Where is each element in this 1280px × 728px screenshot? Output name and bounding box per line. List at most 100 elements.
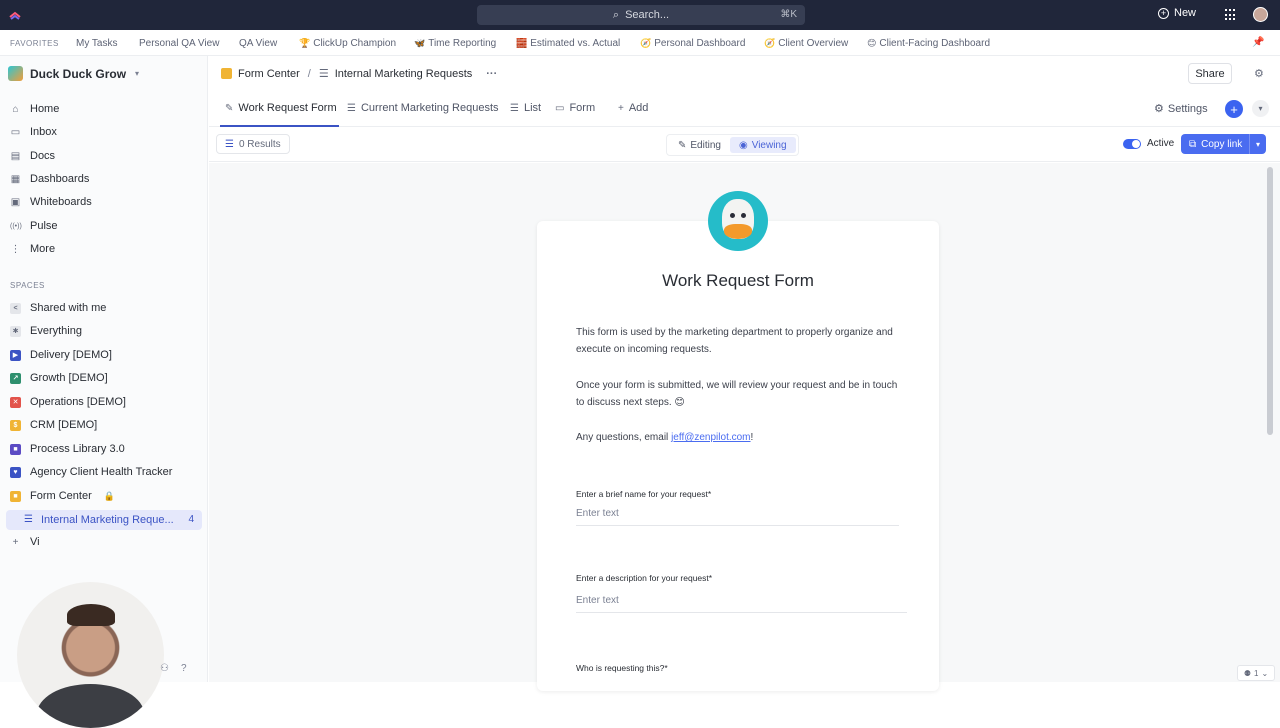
tab-form[interactable]: ▭ Form: [555, 102, 595, 114]
apps-grid-icon[interactable]: [1225, 9, 1237, 21]
pin-icon[interactable]: 📌: [1252, 37, 1264, 48]
editing-toggle[interactable]: ✎ Editing: [669, 137, 730, 153]
breadcrumb: Form Center / ☰ Internal Marketing Reque…: [221, 67, 497, 80]
form-center-icon: ■: [10, 490, 21, 502]
favorite-item[interactable]: My Tasks: [76, 38, 118, 49]
list-icon: ☰: [318, 68, 329, 80]
form-toolbar: ☰ 0 Results ✎ Editing ◉ Viewing Active ⧉ Co…: [209, 127, 1280, 162]
favorite-item[interactable]: 🧭 Personal Dashboard: [640, 38, 745, 49]
new-button[interactable]: + New: [1158, 7, 1196, 19]
chevron-down-icon: ⌄: [1261, 668, 1269, 678]
share-icon: <: [10, 302, 21, 314]
form-description-1: This form is used by the marketing depar…: [576, 327, 893, 355]
add-button[interactable]: +: [1225, 100, 1243, 118]
favorite-item[interactable]: 🏆 ClickUp Champion: [299, 38, 396, 49]
chevron-down-icon: ▾: [135, 69, 140, 78]
dollar-icon: $: [10, 419, 21, 431]
settings-button[interactable]: ⚙ Settings: [1154, 102, 1208, 116]
sidebar-item-dashboards[interactable]: ▦ Dashboards: [10, 173, 90, 185]
gear-icon: ⚙: [1154, 103, 1164, 115]
active-switch[interactable]: Active: [1123, 138, 1174, 149]
sidebar-item-partial[interactable]: + Vi: [10, 536, 40, 548]
favorites-title: FAVORITES: [10, 39, 59, 48]
sidebar-item-whiteboards[interactable]: ▣ Whiteboards: [10, 196, 92, 208]
sidebar-item-everything[interactable]: ✱ Everything: [10, 325, 82, 337]
whiteboards-icon: ▣: [10, 196, 21, 208]
truck-icon: ▶: [10, 349, 21, 361]
user-icon: ⚉: [1243, 668, 1251, 678]
sidebar-item-internal-marketing-requests[interactable]: ☰ Internal Marketing Reque... 4: [6, 510, 202, 530]
plus-circle-icon: +: [1158, 7, 1169, 19]
list-icon: ☰: [225, 138, 234, 150]
automation-icon[interactable]: ⚙: [1254, 67, 1264, 80]
workspace-logo-icon: [8, 66, 23, 81]
invite-user-icon[interactable]: ⚇: [160, 663, 169, 674]
new-button-label: New: [1174, 7, 1197, 19]
breadcrumb-current[interactable]: Internal Marketing Requests: [335, 68, 473, 80]
chevron-down-icon: ▾: [1249, 134, 1266, 154]
bricks-icon: 🧱: [516, 38, 528, 48]
sidebar-item-operations[interactable]: ✕ Operations [DEMO]: [10, 396, 126, 408]
help-icon[interactable]: ?: [181, 663, 187, 674]
sidebar-item-docs[interactable]: ▤ Docs: [10, 150, 55, 162]
more-horizontal-icon[interactable]: ···: [486, 68, 497, 80]
user-avatar[interactable]: [1253, 7, 1268, 22]
viewers-badge[interactable]: ⚉ 1 ⌄: [1237, 665, 1275, 681]
contact-email-link[interactable]: jeff@zenpilot.com: [671, 432, 750, 443]
request-name-input[interactable]: Enter text: [576, 504, 899, 526]
favorite-item[interactable]: 🧭 Client Overview: [764, 38, 848, 49]
favorites-bar: FAVORITES My Tasks Personal QA View QA V…: [0, 30, 1280, 56]
compass-icon: 🧭: [640, 38, 652, 48]
sidebar-item-crm[interactable]: $ CRM [DEMO]: [10, 419, 97, 431]
sidebar-item-more[interactable]: ⋮ More: [10, 243, 56, 255]
favorite-item[interactable]: Personal QA View: [139, 38, 219, 49]
question-label: Who is requesting this?*: [576, 663, 668, 673]
sidebar-item-shared[interactable]: < Shared with me: [10, 302, 106, 314]
pencil-icon: ✎: [678, 139, 687, 151]
request-description-input[interactable]: Enter text: [576, 591, 907, 613]
docs-icon: ▤: [10, 150, 21, 162]
sidebar-item-inbox[interactable]: ▭ Inbox: [10, 126, 57, 138]
eye-icon: ◉: [738, 139, 748, 151]
dashboards-icon: ▦: [10, 173, 21, 185]
favorite-item[interactable]: 🦋 Time Reporting: [414, 38, 496, 49]
mode-switcher: ✎ Editing ◉ Viewing: [666, 134, 799, 156]
favorite-item[interactable]: 😊 Client-Facing Dashboard: [867, 38, 990, 49]
favorite-item[interactable]: QA View: [239, 38, 277, 49]
question-label: Enter a brief name for your request*: [576, 489, 712, 499]
tab-list[interactable]: ☰ List: [510, 102, 541, 114]
sidebar-item-process-library[interactable]: ■ Process Library 3.0: [10, 443, 125, 455]
workspace-switcher[interactable]: Duck Duck Grow ▾: [8, 66, 139, 81]
chevron-down-icon[interactable]: ▾: [1252, 100, 1269, 117]
plus-icon: +: [12, 536, 19, 548]
sidebar-item-form-center[interactable]: ■ Form Center 🔒: [10, 490, 115, 502]
search-bar[interactable]: ⌕ Search... ⌘K: [477, 5, 805, 25]
scrollbar[interactable]: [1267, 167, 1273, 435]
favorite-item[interactable]: 🧱 Estimated vs. Actual: [516, 38, 620, 49]
sidebar-item-pulse[interactable]: ((•)) Pulse: [10, 220, 58, 232]
sidebar-item-home[interactable]: ⌂ Home: [10, 103, 59, 115]
tab-work-request-form[interactable]: ✎ Work Request Form: [225, 102, 337, 114]
duck-logo-icon: [708, 191, 768, 251]
viewing-toggle[interactable]: ◉ Viewing: [729, 137, 796, 153]
task-count: 4: [188, 514, 194, 525]
webcam-overlay: [17, 582, 164, 728]
tab-current-marketing-requests[interactable]: ☰ Current Marketing Requests: [347, 102, 499, 114]
form-title: Work Request Form: [662, 271, 814, 290]
sidebar-item-delivery[interactable]: ▶ Delivery [DEMO]: [10, 349, 112, 361]
copy-link-button[interactable]: ⧉ Copy link ▾: [1181, 134, 1266, 154]
tab-add-view[interactable]: + Add: [618, 102, 648, 114]
search-icon: ⌕: [612, 8, 620, 21]
sidebar-item-agency-health[interactable]: ♥ Agency Client Health Tracker: [10, 466, 172, 478]
list-icon: ☰: [347, 102, 356, 114]
view-tabs: ✎ Work Request Form ☰ Current Marketing Re…: [209, 92, 1280, 127]
list-icon: ☰: [24, 514, 33, 525]
share-button[interactable]: Share: [1188, 63, 1232, 84]
breadcrumb-parent[interactable]: Form Center: [238, 68, 300, 80]
sidebar-item-growth[interactable]: ↗ Growth [DEMO]: [10, 372, 108, 384]
question-label: Enter a description for your request*: [576, 573, 713, 583]
results-button[interactable]: ☰ 0 Results: [216, 134, 290, 154]
clickup-logo-icon[interactable]: [8, 8, 22, 22]
spaces-title: SPACES: [10, 281, 45, 290]
form-edit-icon: ✎: [225, 102, 234, 114]
